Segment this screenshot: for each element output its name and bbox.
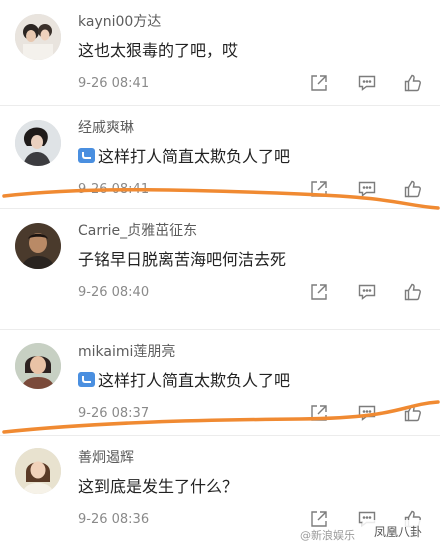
username[interactable]: Carrie_贞雅茁征东 (78, 221, 197, 241)
thumbs-up-icon[interactable] (402, 72, 424, 94)
timestamp: 9-26 08:37 (78, 406, 150, 421)
username[interactable]: 经戚爽琳 (78, 118, 134, 138)
comment-text: 这也太狠毒的了吧，哎 (78, 39, 238, 63)
comment-text-value: 这也太狠毒的了吧，哎 (78, 41, 239, 60)
comment-icon[interactable] (356, 178, 378, 200)
watermark-text: @新浪娱乐 (300, 529, 355, 542)
verified-badge-icon (78, 372, 95, 387)
avatar[interactable] (15, 223, 61, 269)
comment-text-value: 这样打人简直太欺负人了吧 (98, 371, 291, 390)
watermark-logo: 凤凰八卦 (362, 520, 434, 544)
comment-text: 子铭早日脱离苦海吧何洁去死 (78, 248, 286, 272)
timestamp: 9-26 08:36 (78, 512, 150, 527)
avatar[interactable] (15, 448, 61, 494)
divider (0, 435, 440, 436)
avatar[interactable] (15, 14, 61, 60)
timestamp: 9-26 08:41 (78, 182, 150, 197)
avatar[interactable] (15, 343, 61, 389)
share-icon[interactable] (308, 508, 330, 530)
timestamp: 9-26 08:41 (78, 76, 150, 91)
share-icon[interactable] (308, 402, 330, 424)
share-icon[interactable] (308, 178, 330, 200)
share-icon[interactable] (308, 281, 330, 303)
thumbs-up-icon[interactable] (402, 402, 424, 424)
divider (0, 105, 440, 106)
thumbs-up-icon[interactable] (402, 178, 424, 200)
comment-text-value: 子铭早日脱离苦海吧何洁去死 (78, 250, 287, 269)
username[interactable]: kayni00方达 (78, 12, 161, 32)
timestamp: 9-26 08:40 (78, 285, 150, 300)
comment-text: 这到底是发生了什么？ (78, 475, 238, 499)
divider (0, 208, 440, 209)
divider (0, 329, 440, 330)
avatar[interactable] (15, 120, 61, 166)
comment-text-value: 这到底是发生了什么？ (78, 477, 239, 496)
comment-text: 这样打人简直太欺负人了吧 (78, 145, 290, 169)
verified-badge-icon (78, 148, 95, 163)
username[interactable]: 善炯遏辉 (78, 448, 134, 468)
comment-icon[interactable] (356, 72, 378, 94)
comment-text-value: 这样打人简直太欺负人了吧 (98, 147, 291, 166)
share-icon[interactable] (308, 72, 330, 94)
username[interactable]: mikaimi莲朋亮 (78, 342, 175, 362)
comment-icon[interactable] (356, 402, 378, 424)
comment-icon[interactable] (356, 281, 378, 303)
thumbs-up-icon[interactable] (402, 281, 424, 303)
comment-text: 这样打人简直太欺负人了吧 (78, 369, 290, 393)
